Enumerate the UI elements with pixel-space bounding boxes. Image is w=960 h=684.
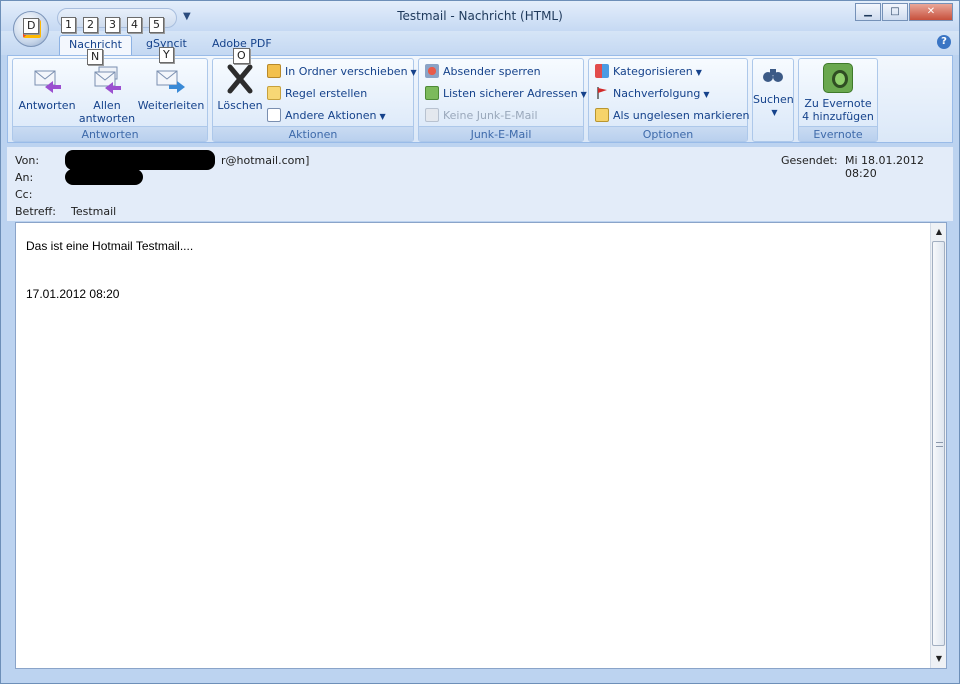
forward-button[interactable]: Weiterleiten <box>135 63 207 112</box>
dropdown-arrow-icon: ▼ <box>580 90 587 99</box>
dropdown-arrow-icon: ▼ <box>771 108 778 117</box>
qat-dropdown-icon[interactable]: ▼ <box>183 11 191 22</box>
keytip-qat-4: 4 <box>127 17 142 33</box>
subject-value: Testmail <box>71 205 117 218</box>
redacted-sender <box>65 150 215 170</box>
help-icon[interactable]: ? <box>937 35 951 49</box>
scroll-down-icon[interactable]: ▼ <box>932 652 946 666</box>
group-aktionen: Löschen In Ordner verschieben ▼ Regel ers… <box>212 58 417 142</box>
close-button[interactable]: ✕ <box>909 3 953 21</box>
add-to-evernote-button[interactable]: Zu Evernote 4 hinzufügen <box>799 63 877 123</box>
window-controls: ▁ □ ✕ <box>854 3 953 21</box>
not-junk-button[interactable]: Keine Junk-E-Mail <box>425 107 538 127</box>
subject-label: Betreff: <box>15 205 56 218</box>
reply-icon <box>31 63 63 95</box>
ribbon: Antworten Allen antworten Weiterleiten A… <box>7 55 953 143</box>
other-actions-button[interactable]: Andere Aktionen ▼ <box>267 107 386 127</box>
outlook-message-window: Testmail - Nachricht (HTML) 1 2 3 4 5 ▼ … <box>0 0 960 684</box>
delete-x-icon <box>224 63 256 95</box>
binoculars-icon <box>762 63 784 89</box>
title-bar: Testmail - Nachricht (HTML) 1 2 3 4 5 ▼ … <box>1 1 959 33</box>
maximize-button[interactable]: □ <box>882 3 908 21</box>
reply-button[interactable]: Antworten <box>17 63 77 112</box>
mark-unread-button[interactable]: Als ungelesen markieren <box>595 107 750 127</box>
group-junk-email: Absender sperren Listen sicherer Adresse… <box>418 58 587 142</box>
to-label: An: <box>15 171 34 184</box>
red-flag-icon <box>595 86 609 100</box>
group-suchen: Suchen ▼ <box>752 58 794 142</box>
keytip-reply-all: Y <box>159 47 174 63</box>
evernote-elephant-icon <box>823 63 853 93</box>
cc-label: Cc: <box>15 188 33 201</box>
group-label-aktionen: Aktionen <box>213 126 413 141</box>
keytip-qat-2: 2 <box>83 17 98 33</box>
find-button[interactable]: Suchen ▼ <box>753 63 794 119</box>
not-junk-icon <box>425 108 439 122</box>
sent-value: Mi 18.01.2012 08:20 <box>845 154 925 180</box>
from-label: Von: <box>15 154 40 167</box>
group-antworten: Antworten Allen antworten Weiterleiten A… <box>12 58 208 142</box>
categorize-button[interactable]: Kategorisieren ▼ <box>595 63 702 83</box>
keytip-qat-3: 3 <box>105 17 120 33</box>
reply-all-button[interactable]: Allen antworten <box>75 63 139 125</box>
group-label-antworten: Antworten <box>13 126 207 141</box>
sent-label: Gesendet: <box>781 154 838 167</box>
group-evernote: Zu Evernote 4 hinzufügen Evernote <box>798 58 878 142</box>
dropdown-arrow-icon: ▼ <box>703 90 710 99</box>
scroll-thumb[interactable] <box>932 241 945 646</box>
forward-icon <box>155 63 187 95</box>
group-label-optionen: Optionen <box>589 126 747 141</box>
message-header: Von: r@hotmail.com] An: Cc: Betreff: Tes… <box>7 147 953 221</box>
move-to-folder-button[interactable]: In Ordner verschieben ▼ <box>267 63 417 83</box>
message-body[interactable]: Das ist eine Hotmail Testmail.... 17.01.… <box>15 222 947 669</box>
dropdown-arrow-icon: ▼ <box>379 112 386 121</box>
dropdown-arrow-icon: ▼ <box>410 68 417 77</box>
reply-all-icon <box>91 63 123 95</box>
safe-list-icon <box>425 86 439 100</box>
group-label-evernote: Evernote <box>799 126 877 141</box>
grip-icon <box>936 442 943 447</box>
keytip-office: D <box>23 18 40 34</box>
categories-icon <box>595 64 609 78</box>
body-text-line: Das ist eine Hotmail Testmail.... <box>26 239 194 253</box>
ribbon-tabs: Nachricht gSyncit Adobe PDF ? <box>1 31 959 55</box>
keytip-tab: N <box>87 49 104 65</box>
delete-button[interactable]: Löschen <box>215 63 265 112</box>
redacted-recipient <box>65 169 143 185</box>
scroll-up-icon[interactable]: ▲ <box>932 225 946 239</box>
group-optionen: Kategorisieren ▼ Nachverfolgung ▼ Als unge… <box>588 58 750 142</box>
safe-lists-button[interactable]: Listen sicherer Adressen ▼ <box>425 85 587 105</box>
block-sender-button[interactable]: Absender sperren <box>425 63 541 83</box>
keytip-delete: O <box>233 48 250 64</box>
folder-move-icon <box>267 64 281 78</box>
block-sender-icon <box>425 64 439 78</box>
dropdown-arrow-icon: ▼ <box>695 68 702 77</box>
other-actions-icon <box>267 108 281 122</box>
keytip-qat-5: 5 <box>149 17 164 33</box>
minimize-button[interactable]: ▁ <box>855 3 881 21</box>
body-date-line: 17.01.2012 08:20 <box>26 287 120 301</box>
group-label-junk: Junk-E-Mail <box>419 126 583 141</box>
keytip-qat-1: 1 <box>61 17 76 33</box>
unread-envelope-icon <box>595 108 609 122</box>
create-rule-button[interactable]: Regel erstellen <box>267 85 367 105</box>
from-value[interactable]: r@hotmail.com] <box>221 154 309 167</box>
rule-folder-icon <box>267 86 281 100</box>
followup-button[interactable]: Nachverfolgung ▼ <box>595 85 710 105</box>
vertical-scrollbar[interactable]: ▲ ▼ <box>930 223 946 668</box>
